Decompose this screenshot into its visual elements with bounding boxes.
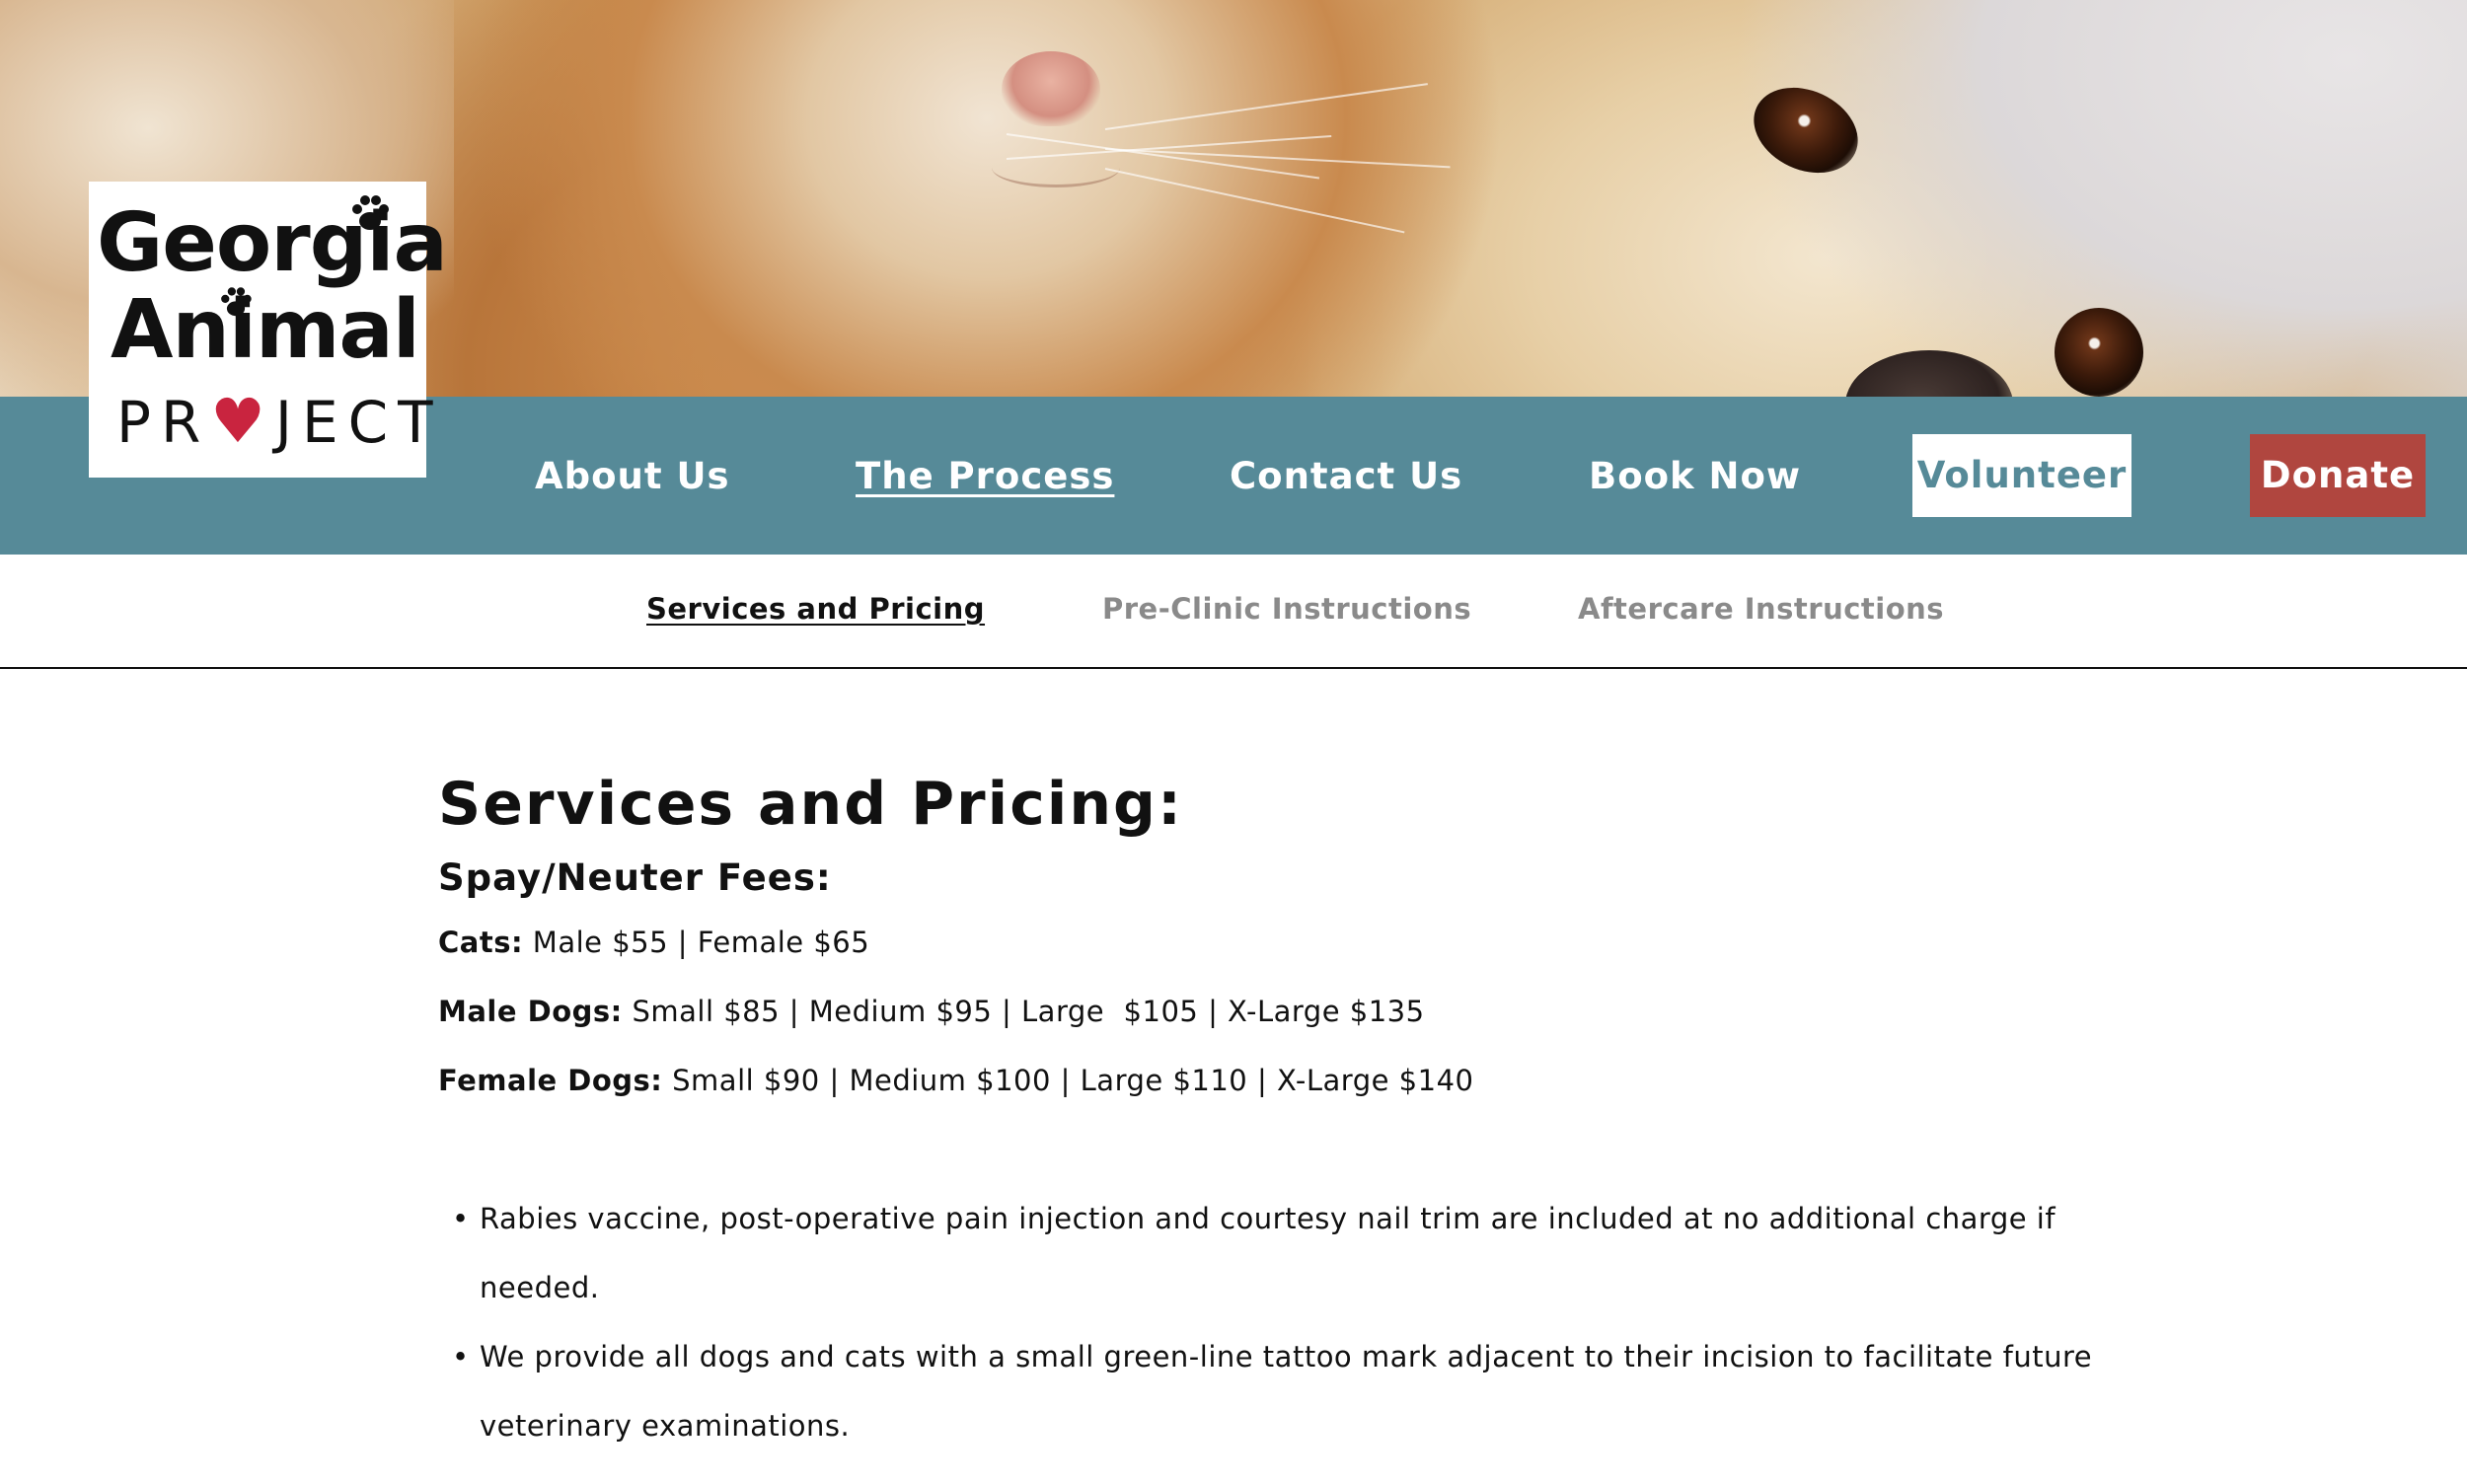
heart-icon: ♥: [210, 385, 275, 457]
volunteer-button[interactable]: Volunteer: [1912, 434, 2131, 517]
cat-nose: [1002, 51, 1100, 126]
bullet-icon: •: [452, 1340, 470, 1373]
dog-eye-right: [2055, 308, 2143, 397]
paw-print-icon: [221, 287, 252, 317]
fee-line-cats: Cats: Male $55 | Female $65: [438, 908, 2116, 977]
cat-whisker: [1104, 148, 1451, 169]
subnav-aftercare-instructions[interactable]: Aftercare Instructions: [1578, 589, 1944, 629]
logo-line-georgia: Georgia: [97, 196, 448, 290]
cat-whisker: [1104, 83, 1428, 130]
fee-label: Female Dogs:: [438, 1064, 663, 1097]
bullet-icon: •: [452, 1202, 470, 1235]
logo-line-project: PR♥JECT: [116, 389, 443, 456]
list-item-text: Rabies vaccine, post-operative pain inje…: [480, 1202, 2056, 1304]
nav-book-now[interactable]: Book Now: [1589, 452, 1801, 501]
nav-the-process[interactable]: The Process: [856, 452, 1114, 501]
logo-project-suffix: JECT: [274, 389, 443, 456]
dog-eye-left: [1740, 71, 1872, 189]
donate-button[interactable]: Donate: [2250, 434, 2426, 517]
fee-label: Cats:: [438, 926, 524, 959]
dog-nose: [1845, 350, 2013, 397]
included-services-list: • Rabies vaccine, post-operative pain in…: [438, 1184, 2116, 1460]
fee-line-female-dogs: Female Dogs: Small $90 | Medium $100 | L…: [438, 1046, 2116, 1115]
list-item-text: We provide all dogs and cats with a smal…: [480, 1340, 2093, 1443]
fee-values: Male $55 | Female $65: [532, 926, 870, 959]
paw-print-icon: [352, 195, 389, 230]
list-item: • We provide all dogs and cats with a sm…: [438, 1322, 2116, 1460]
cat-whisker: [1104, 168, 1405, 234]
logo-line-animal: Animal: [111, 283, 420, 377]
fee-values: Small $90 | Medium $100 | Large $110 | X…: [672, 1064, 1474, 1097]
logo-project-prefix: PR: [116, 389, 211, 456]
site-logo[interactable]: Georgia Animal PR♥JECT: [89, 182, 448, 478]
fee-line-male-dogs: Male Dogs: Small $85 | Medium $95 | Larg…: [438, 977, 2116, 1046]
subnav-divider: [0, 667, 2467, 669]
subnav-pre-clinic-instructions[interactable]: Pre-Clinic Instructions: [1102, 589, 1471, 629]
page-title: Services and Pricing:: [438, 770, 1183, 839]
section-subtitle: Spay/Neuter Fees:: [438, 856, 832, 899]
fee-label: Male Dogs:: [438, 995, 623, 1028]
main-content: Services and Pricing: Spay/Neuter Fees: …: [438, 760, 2116, 1460]
list-item: • Rabies vaccine, post-operative pain in…: [438, 1184, 2116, 1322]
nav-about-us[interactable]: About Us: [535, 452, 730, 501]
fee-values: Small $85 | Medium $95 | Large $105 | X-…: [632, 995, 1425, 1028]
subnav-services-and-pricing[interactable]: Services and Pricing: [646, 589, 985, 629]
nav-contact-us[interactable]: Contact Us: [1230, 452, 1462, 501]
